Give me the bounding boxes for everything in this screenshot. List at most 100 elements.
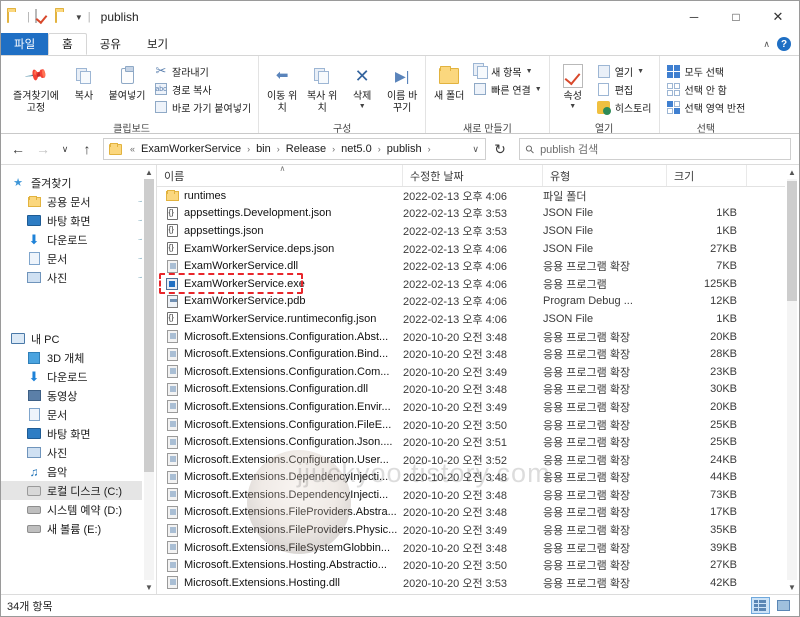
details-view-button[interactable] (751, 597, 770, 614)
cut-button[interactable]: ✂ 잘라내기 (151, 62, 254, 80)
file-name-cell[interactable]: Microsoft.Extensions.FileSystemGlobbin..… (157, 541, 403, 555)
sidebar-group-this-pc[interactable]: 내 PC (1, 329, 156, 348)
pin-to-quick-access-button[interactable]: 📌 즐겨찾기에 고정 (9, 61, 63, 114)
recent-locations-button[interactable]: ∨ (57, 138, 73, 160)
properties-button[interactable]: 속성 ▼ (554, 61, 592, 111)
sidebar-item-videos[interactable]: 동영상 (1, 386, 156, 405)
up-button[interactable]: ↑ (76, 138, 98, 160)
select-none-button[interactable]: 선택 안 함 (664, 80, 749, 98)
file-name-cell[interactable]: Microsoft.Extensions.Configuration.FileE… (157, 418, 403, 432)
breadcrumb-separator-1[interactable]: › (244, 144, 253, 154)
breadcrumb-item-publish[interactable]: publish (386, 143, 423, 155)
table-row[interactable]: ExamWorkerService.dll 2022-02-13 오후 4:06 응… (157, 257, 799, 275)
table-row[interactable]: Microsoft.Extensions.FileProviders.Abstr… (157, 504, 799, 522)
properties-dropdown-icon[interactable]: ▼ (569, 103, 576, 111)
breadcrumb[interactable]: « ExamWorkerService › bin › Release › ne… (103, 138, 486, 160)
easy-access-button[interactable]: 빠른 연결 ▼ (470, 80, 545, 98)
sidebar-item-desktop-pc[interactable]: 바탕 화면 (1, 424, 156, 443)
table-row[interactable]: ExamWorkerService.pdb 2022-02-13 오후 4:06 P… (157, 293, 799, 311)
table-row[interactable]: Microsoft.Extensions.Configuration.Bind.… (157, 345, 799, 363)
sidebar-item-new-volume-e[interactable]: 새 볼륨 (E:) (1, 519, 156, 538)
sidebar-item-music[interactable]: ♫ 음악 (1, 462, 156, 481)
file-name-cell[interactable]: ExamWorkerService.runtimeconfig.json (157, 312, 403, 326)
sidebar-item-downloads[interactable]: ⬇ 다운로드 📌 (1, 230, 156, 249)
file-name-cell[interactable]: Microsoft.Extensions.Configuration.Bind.… (157, 347, 403, 361)
table-row[interactable]: Microsoft.Extensions.FileSystemGlobbin..… (157, 539, 799, 557)
file-list-scroll-thumb[interactable] (787, 181, 797, 302)
table-row[interactable]: Microsoft.Extensions.Configuration.Abst.… (157, 328, 799, 346)
breadcrumb-item-examworkerservice[interactable]: ExamWorkerService (140, 143, 242, 155)
file-list-scroll-track[interactable] (787, 179, 797, 580)
close-button[interactable]: ✕ (757, 1, 799, 33)
open-dropdown-icon[interactable]: ▼ (637, 68, 644, 75)
easy-access-dropdown-icon[interactable]: ▼ (535, 86, 542, 93)
invert-selection-button[interactable]: 선택 영역 반전 (664, 98, 749, 116)
new-item-dropdown-icon[interactable]: ▼ (526, 68, 533, 75)
table-row[interactable]: Microsoft.Extensions.Logging.Abstractio.… (157, 592, 799, 594)
column-header-type[interactable]: 유형 (543, 165, 667, 186)
table-row[interactable]: ExamWorkerService.exe 2022-02-13 오후 4:06 응… (157, 275, 799, 293)
scroll-down-icon[interactable]: ▼ (788, 580, 796, 594)
column-header-name[interactable]: ∧ 이름 (157, 164, 403, 186)
table-row[interactable]: appsettings.json 2022-02-13 오후 3:53 JSON F… (157, 222, 799, 240)
tab-view[interactable]: 보기 (134, 33, 181, 55)
select-all-button[interactable]: 모두 선택 (664, 62, 749, 80)
large-icons-view-button[interactable] (774, 597, 793, 614)
forward-button[interactable]: → (32, 138, 54, 160)
file-name-cell[interactable]: Microsoft.Extensions.Hosting.Abstractio.… (157, 558, 403, 572)
chevron-down-icon[interactable]: ∨ (472, 144, 479, 155)
delete-button[interactable]: ✕ 삭제 ▼ (343, 61, 381, 111)
breadcrumb-separator-4[interactable]: › (375, 144, 384, 154)
copy-button[interactable]: 복사 (65, 61, 103, 103)
folder-icon[interactable] (7, 9, 22, 24)
sidebar-item-documents[interactable]: 문서 📌 (1, 249, 156, 268)
tab-home[interactable]: 홈 (48, 33, 87, 55)
column-header-date[interactable]: 수정한 날짜 (403, 165, 543, 186)
table-row[interactable]: Microsoft.Extensions.DependencyInjecti..… (157, 469, 799, 487)
copy-to-button[interactable]: 복사 위치 (303, 61, 341, 114)
rename-button[interactable]: ▶| 이름 바꾸기 (383, 61, 421, 114)
file-name-cell[interactable]: appsettings.Development.json (157, 206, 403, 220)
table-row[interactable]: ExamWorkerService.deps.json 2022-02-13 오후… (157, 240, 799, 258)
scroll-down-icon[interactable]: ▼ (145, 580, 153, 594)
file-list-scrollbar[interactable]: ▲ ▼ (785, 165, 799, 594)
file-name-cell[interactable]: Microsoft.Extensions.Configuration.Envir… (157, 400, 403, 414)
sidebar-item-documents-pc[interactable]: 문서 (1, 405, 156, 424)
file-name-cell[interactable]: Microsoft.Extensions.Hosting.dll (157, 576, 403, 590)
refresh-button[interactable]: ↻ (489, 138, 511, 160)
table-row[interactable]: Microsoft.Extensions.Hosting.dll 2020-10-… (157, 574, 799, 592)
table-row[interactable]: Microsoft.Extensions.Configuration.User.… (157, 451, 799, 469)
scroll-up-icon[interactable]: ▲ (145, 165, 153, 179)
breadcrumb-item-bin[interactable]: bin (255, 143, 272, 155)
file-name-cell[interactable]: Microsoft.Extensions.Configuration.Com..… (157, 365, 403, 379)
file-name-cell[interactable]: ExamWorkerService.exe (157, 277, 403, 291)
table-row[interactable]: Microsoft.Extensions.Configuration.Envir… (157, 398, 799, 416)
edit-button[interactable]: 편집 (594, 80, 655, 98)
sidebar-item-3d-objects[interactable]: 3D 개체 (1, 348, 156, 367)
file-name-cell[interactable]: Microsoft.Extensions.Configuration.Json.… (157, 435, 403, 449)
new-folder-icon[interactable] (54, 9, 70, 24)
file-name-cell[interactable]: runtimes (157, 189, 403, 203)
paste-shortcut-button[interactable]: 바로 가기 붙여넣기 (151, 98, 254, 116)
table-row[interactable]: Microsoft.Extensions.Configuration.dll 20… (157, 381, 799, 399)
tab-share[interactable]: 공유 (87, 33, 134, 55)
file-rows[interactable]: runtimes 2022-02-13 오후 4:06 파일 폴더 appsettin… (157, 187, 799, 594)
copy-path-button[interactable]: abc 경로 복사 (151, 80, 254, 98)
sidebar-group-quick-access[interactable]: ★ 즐겨찾기 (1, 173, 156, 192)
move-to-button[interactable]: ⬅ 이동 위치 (263, 61, 301, 114)
file-name-cell[interactable]: Microsoft.Extensions.Configuration.dll (157, 382, 403, 396)
file-name-cell[interactable]: Microsoft.Extensions.DependencyInjecti..… (157, 488, 403, 502)
sidebar-scrollbar[interactable]: ▲ ▼ (142, 165, 156, 594)
sidebar-item-downloads-pc[interactable]: ⬇ 다운로드 (1, 367, 156, 386)
table-row[interactable]: Microsoft.Extensions.Configuration.FileE… (157, 416, 799, 434)
chevron-down-icon[interactable]: ▼ (75, 13, 83, 22)
table-row[interactable]: Microsoft.Extensions.Configuration.Json.… (157, 433, 799, 451)
tab-file[interactable]: 파일 (1, 33, 49, 55)
properties-icon[interactable] (34, 9, 50, 24)
breadcrumb-separator-3[interactable]: › (329, 144, 338, 154)
file-name-cell[interactable]: Microsoft.Extensions.Logging.Abstractio.… (157, 593, 403, 594)
sidebar-item-desktop[interactable]: 바탕 화면 📌 (1, 211, 156, 230)
breadcrumb-item-release[interactable]: Release (285, 143, 327, 155)
file-name-cell[interactable]: ExamWorkerService.deps.json (157, 242, 403, 256)
file-name-cell[interactable]: Microsoft.Extensions.FileProviders.Abstr… (157, 505, 403, 519)
